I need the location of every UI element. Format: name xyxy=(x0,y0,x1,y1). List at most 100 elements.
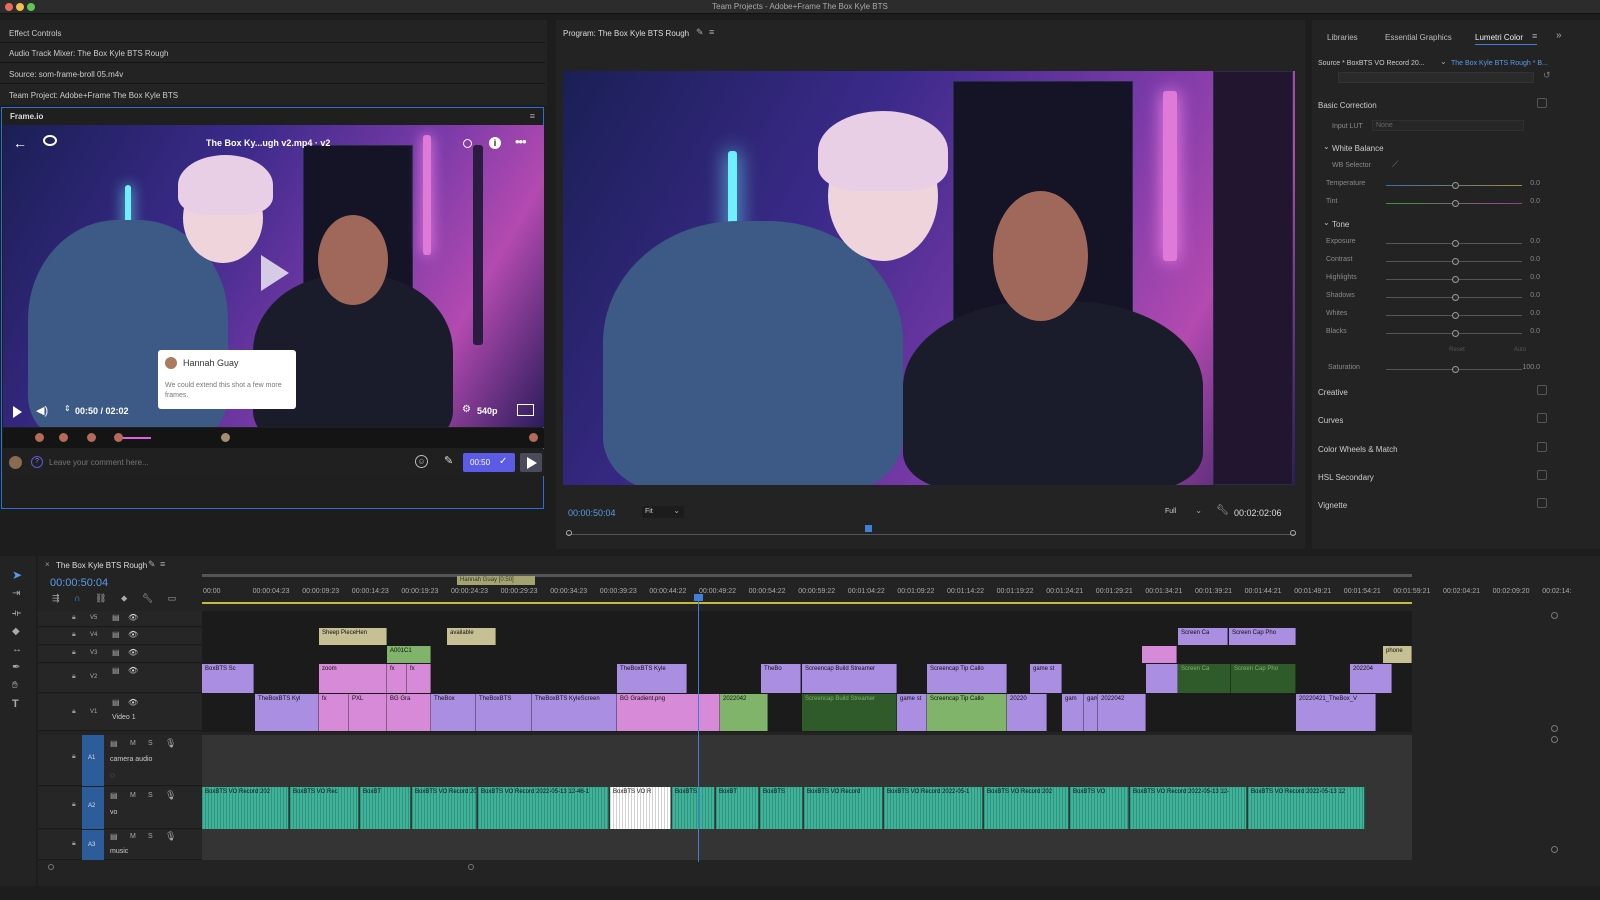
slip-tool-icon[interactable]: ↔ xyxy=(12,644,22,655)
comment-marker-avatar[interactable] xyxy=(221,433,230,442)
sync-lock-icon[interactable]: ▤ xyxy=(110,739,118,748)
timeline-clip[interactable]: TheBoxBTS Kyle xyxy=(617,664,687,693)
chevron-down-icon[interactable]: ⌄ xyxy=(1323,218,1330,227)
highlights-value[interactable]: 0.0 xyxy=(1530,274,1540,281)
effect-dropdown[interactable] xyxy=(1338,72,1534,83)
comment-marker-avatar[interactable] xyxy=(114,433,123,442)
lock-icon[interactable]: 🔒︎ xyxy=(72,753,76,761)
tab-effect-controls[interactable]: Effect Controls xyxy=(9,29,61,38)
auto-button[interactable]: Auto xyxy=(1500,345,1540,356)
audio-clip[interactable]: BoxBT xyxy=(716,787,759,829)
play-overlay-icon[interactable] xyxy=(261,255,289,291)
comment-bubble-icon[interactable] xyxy=(43,135,57,146)
mute-button[interactable]: M xyxy=(130,792,136,799)
basic-correction-checkbox[interactable] xyxy=(1537,98,1547,108)
program-timecode[interactable]: 00:00:50:04 xyxy=(568,508,616,518)
eyedropper-icon[interactable]: ⟋ xyxy=(1392,159,1398,170)
comment-input[interactable] xyxy=(49,454,399,471)
pen-tool-icon[interactable]: ✒ xyxy=(12,662,20,673)
close-sequence-icon[interactable]: × xyxy=(45,560,50,569)
timeline-clip[interactable]: gam xyxy=(1062,694,1084,731)
track-select-tool-icon[interactable]: ⇥ xyxy=(12,588,20,599)
tone-header[interactable]: Tone xyxy=(1332,220,1349,229)
vertical-scroll-handle[interactable] xyxy=(1551,736,1558,743)
nest-icon[interactable]: ⇶ xyxy=(52,593,60,604)
audio-clip[interactable]: BoxBTS VO R xyxy=(610,787,671,829)
temperature-slider[interactable]: Temperature 0.0 xyxy=(1312,180,1564,192)
timeline-clip[interactable]: TheBoxBTS xyxy=(476,694,532,731)
shadows-value[interactable]: 0.0 xyxy=(1530,292,1540,299)
mute-button[interactable]: M xyxy=(130,740,136,747)
sequence-tab[interactable]: The Box Kyle BTS Rough xyxy=(56,561,147,570)
sync-lock-icon[interactable]: ▤ xyxy=(112,630,120,639)
timeline-clip[interactable]: available xyxy=(447,628,496,645)
audio-clip[interactable]: BoxBTS VO Record 2022 xyxy=(412,787,477,829)
blacks-value[interactable]: 0.0 xyxy=(1530,328,1540,335)
creative-checkbox[interactable] xyxy=(1537,385,1547,395)
privacy-icon[interactable]: ? xyxy=(31,456,43,468)
color-wheels-checkbox[interactable] xyxy=(1537,442,1547,452)
comment-marker-avatar[interactable] xyxy=(35,433,44,442)
track-header-a3[interactable]: 🔒︎ A3 ▤ M S 🎙︎ music xyxy=(38,830,202,860)
contrast-slider[interactable]: Contrast 0.0 xyxy=(1312,256,1564,268)
hsl-secondary-checkbox[interactable] xyxy=(1537,470,1547,480)
microphone-icon[interactable]: 🎙︎ xyxy=(165,831,176,842)
input-lut-dropdown[interactable]: None xyxy=(1372,120,1524,131)
horizontal-scrollbar[interactable] xyxy=(48,863,1600,871)
timeline-clip[interactable]: BG Gra xyxy=(387,694,431,731)
audio-clip[interactable]: BoxBTS VO Record xyxy=(804,787,883,829)
timeline-clip[interactable]: zoom xyxy=(319,664,387,693)
audio-clip[interactable]: BoxBTS VO xyxy=(1070,787,1129,829)
curves-header[interactable]: Curves xyxy=(1318,416,1343,425)
whites-value[interactable]: 0.0 xyxy=(1530,310,1540,317)
timeline-clip[interactable]: Screencap Tip Callo xyxy=(927,694,1007,731)
timeline-clip[interactable]: 2022042 xyxy=(720,694,768,731)
tab-audio-track-mixer[interactable]: Audio Track Mixer: The Box Kyle BTS Roug… xyxy=(9,49,168,58)
blacks-slider[interactable]: Blacks 0.0 xyxy=(1312,328,1564,340)
send-comment-button[interactable] xyxy=(520,453,542,472)
lock-icon[interactable]: 🔒︎ xyxy=(72,614,76,622)
frame-step-icon[interactable]: ⇕ xyxy=(64,404,71,413)
keyframe-icon[interactable]: ◌ xyxy=(110,771,115,780)
razor-tool-icon[interactable]: ◆ xyxy=(12,626,20,637)
timeline-clip[interactable]: Sheep PieceHen xyxy=(319,628,387,645)
more-options-icon[interactable]: ••• xyxy=(515,134,527,149)
saturation-slider[interactable]: Saturation 100.0 xyxy=(1312,364,1564,376)
audio-clip[interactable]: BoxBTS VO Rec xyxy=(290,787,359,829)
reset-button[interactable]: Reset xyxy=(1437,345,1477,356)
source-clip-label[interactable]: Source * BoxBTS VO Record 20... xyxy=(1318,60,1425,67)
vertical-scroll-handle[interactable] xyxy=(1551,846,1558,853)
sync-lock-icon[interactable]: ▤ xyxy=(112,666,120,675)
settings-gear-icon[interactable]: ⚙ xyxy=(462,404,471,415)
saturation-value[interactable]: 100.0 xyxy=(1522,364,1540,371)
sync-lock-icon[interactable]: ▤ xyxy=(110,832,118,841)
playhead-handle[interactable] xyxy=(694,594,703,601)
snap-icon[interactable]: ∩ xyxy=(74,593,80,603)
audio-clip[interactable]: BoxBTS VO Record 202 xyxy=(202,787,289,829)
creative-header[interactable]: Creative xyxy=(1318,388,1348,397)
white-balance-header[interactable]: White Balance xyxy=(1332,144,1384,153)
microphone-icon[interactable]: 🎙︎ xyxy=(165,738,176,749)
timeline-playhead[interactable] xyxy=(698,596,699,862)
vertical-scroll-handle[interactable] xyxy=(1551,725,1558,732)
sequence-clip-label[interactable]: The Box Kyle BTS Rough * B... xyxy=(1451,60,1548,67)
audio-clip[interactable]: BoxBTS VO Record 2022-05-1 xyxy=(884,787,983,829)
temperature-value[interactable]: 0.0 xyxy=(1530,180,1540,187)
sync-lock-icon[interactable]: ▤ xyxy=(112,648,120,657)
frameio-video[interactable]: ← The Box Ky...ugh v2.mp4 · v2 i ••• Han… xyxy=(3,125,544,427)
exposure-value[interactable]: 0.0 xyxy=(1530,238,1540,245)
mute-button[interactable]: M xyxy=(130,833,136,840)
timeline-clip[interactable]: BoxBTS Sc xyxy=(202,664,254,693)
timeline-clip[interactable]: 20220421_TheBox_V xyxy=(1296,694,1376,731)
microphone-icon[interactable]: 🎙︎ xyxy=(165,790,176,801)
timeline-clip[interactable]: 202204 xyxy=(1350,664,1392,693)
contrast-value[interactable]: 0.0 xyxy=(1530,256,1540,263)
panel-menu-icon[interactable]: ≡ xyxy=(160,559,165,569)
out-handle[interactable] xyxy=(1290,530,1296,536)
lock-icon[interactable]: 🔒︎ xyxy=(72,708,76,716)
emoji-icon[interactable]: ☺ xyxy=(415,455,428,468)
timeline-clip[interactable]: 20220 xyxy=(1007,694,1047,731)
vignette-header[interactable]: Vignette xyxy=(1318,501,1347,510)
program-video-frame[interactable] xyxy=(563,71,1295,485)
lock-icon[interactable]: 🔒︎ xyxy=(72,673,76,681)
